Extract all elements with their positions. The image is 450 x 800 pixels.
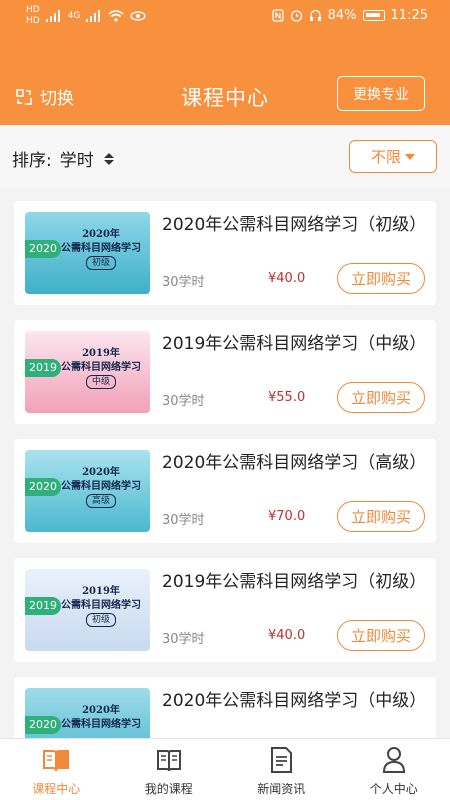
signal-indicators: HD HD 4G <box>26 5 147 26</box>
hd-label: HD <box>26 16 40 26</box>
thumbnail-level: 高级 <box>85 494 116 508</box>
thumbnail-caption: 2019年 公需科目网络学习 初级 <box>55 585 147 627</box>
person-icon <box>382 747 405 773</box>
course-price: ¥70.0 <box>268 509 306 524</box>
sort-control[interactable]: 排序: 学时 <box>12 146 114 171</box>
course-price: ¥40.0 <box>268 271 306 286</box>
tab-personal-center[interactable]: 个人中心 <box>338 739 450 800</box>
filter-label: 不限 <box>370 148 401 166</box>
course-thumbnail: 2019 2019年 公需科目网络学习 初级 <box>25 569 150 651</box>
eye-icon <box>130 11 147 21</box>
course-thumbnail: 2020 2020年 公需科目网络学习 初级 <box>25 212 150 294</box>
tab-label: 课程中心 <box>32 782 81 796</box>
thumbnail-year-line: 2020年 <box>82 467 120 478</box>
hd-label: HD <box>26 5 40 15</box>
course-card[interactable]: 2020 2020年 公需科目网络学习 高级 2020年公需科目网络学习（高级）… <box>14 439 436 543</box>
tab-news[interactable]: 新闻资讯 <box>225 739 338 800</box>
thumbnail-year-line: 2020年 <box>82 705 120 716</box>
thumbnail-year-line: 2020年 <box>82 229 120 240</box>
thumbnail-caption: 2020年 公需科目网络学习 初级 <box>55 228 147 270</box>
thumbnail-title-line: 公需科目网络学习 <box>61 481 141 492</box>
document-icon <box>271 747 293 773</box>
buy-now-button[interactable]: 立即购买 <box>337 620 425 651</box>
sort-label: 排序: <box>12 151 52 171</box>
thumbnail-level: 初级 <box>85 613 116 627</box>
course-card[interactable]: 2019 2019年 公需科目网络学习 中级 2019年公需科目网络学习（中级）… <box>14 320 436 424</box>
thumbnail-title-line: 公需科目网络学习 <box>61 243 141 254</box>
battery-percent: 84% <box>327 8 357 23</box>
change-major-button[interactable]: 更换专业 <box>337 76 425 111</box>
battery-icon <box>362 10 385 21</box>
buy-now-button[interactable]: 立即购买 <box>337 382 425 413</box>
course-title: 2020年公需科目网络学习（高级） <box>162 453 427 473</box>
buy-now-button[interactable]: 立即购买 <box>337 263 425 294</box>
course-list: 2020 2020年 公需科目网络学习 初级 2020年公需科目网络学习（初级）… <box>14 201 436 796</box>
thumbnail-year-line: 2019年 <box>82 348 120 359</box>
sort-arrows-icon <box>103 152 114 165</box>
sort-value: 学时 <box>59 151 94 171</box>
signal-icon <box>86 10 101 22</box>
wifi-icon <box>108 10 124 22</box>
thumbnail-level: 中级 <box>85 375 116 389</box>
course-title: 2019年公需科目网络学习（初级） <box>162 572 427 592</box>
course-hours: 30学时 <box>162 632 205 647</box>
thumbnail-caption: 2020年 公需科目网络学习 <box>55 704 147 732</box>
headphones-icon <box>309 9 321 21</box>
thumbnail-level: 初级 <box>85 256 116 270</box>
tab-course-center[interactable]: 课程中心 <box>0 739 113 800</box>
tab-my-courses[interactable]: 我的课程 <box>113 739 226 800</box>
buy-now-button[interactable]: 立即购买 <box>337 501 425 532</box>
course-card[interactable]: 2020 2020年 公需科目网络学习 初级 2020年公需科目网络学习（初级）… <box>14 201 436 305</box>
status-bar: HD HD 4G 84% 11:25 <box>0 0 450 32</box>
course-hours: 30学时 <box>162 513 205 528</box>
open-book-icon <box>43 750 70 772</box>
tab-label: 个人中心 <box>369 782 418 796</box>
sort-bar: 排序: 学时 不限 <box>0 125 450 188</box>
course-price: ¥40.0 <box>268 628 306 643</box>
course-thumbnail: 2020 2020年 公需科目网络学习 高级 <box>25 450 150 532</box>
books-icon <box>156 750 181 772</box>
course-price: ¥55.0 <box>268 390 306 405</box>
tab-label: 新闻资讯 <box>257 782 306 796</box>
alarm-icon <box>290 10 302 22</box>
course-thumbnail: 2019 2019年 公需科目网络学习 中级 <box>25 331 150 413</box>
course-title: 2019年公需科目网络学习（中级） <box>162 334 427 354</box>
filter-dropdown[interactable]: 不限 <box>349 140 437 173</box>
header: HD HD 4G 84% 11:25 切换 课程中心 更换专业 <box>0 0 450 125</box>
bottom-tab-bar: 课程中心 我的课程 新闻资讯 个人中心 <box>0 738 450 800</box>
thumbnail-caption: 2020年 公需科目网络学习 高级 <box>55 466 147 508</box>
network-label: 4G <box>67 10 81 21</box>
caret-down-icon <box>405 153 415 160</box>
thumbnail-title-line: 公需科目网络学习 <box>61 719 141 730</box>
course-hours: 30学时 <box>162 275 205 290</box>
thumbnail-year-line: 2019年 <box>82 586 120 597</box>
thumbnail-title-line: 公需科目网络学习 <box>61 600 141 611</box>
system-indicators: 84% 11:25 <box>271 8 428 23</box>
nfc-icon <box>271 9 284 22</box>
tab-label: 我的课程 <box>144 782 193 796</box>
thumbnail-title-line: 公需科目网络学习 <box>61 362 141 373</box>
course-hours: 30学时 <box>162 394 205 409</box>
course-title: 2020年公需科目网络学习（初级） <box>162 215 427 235</box>
clock: 11:25 <box>390 8 428 23</box>
course-card[interactable]: 2019 2019年 公需科目网络学习 初级 2019年公需科目网络学习（初级）… <box>14 558 436 662</box>
thumbnail-caption: 2019年 公需科目网络学习 中级 <box>55 347 147 389</box>
signal-icon <box>45 10 60 22</box>
course-title: 2020年公需科目网络学习（中级） <box>162 691 427 711</box>
